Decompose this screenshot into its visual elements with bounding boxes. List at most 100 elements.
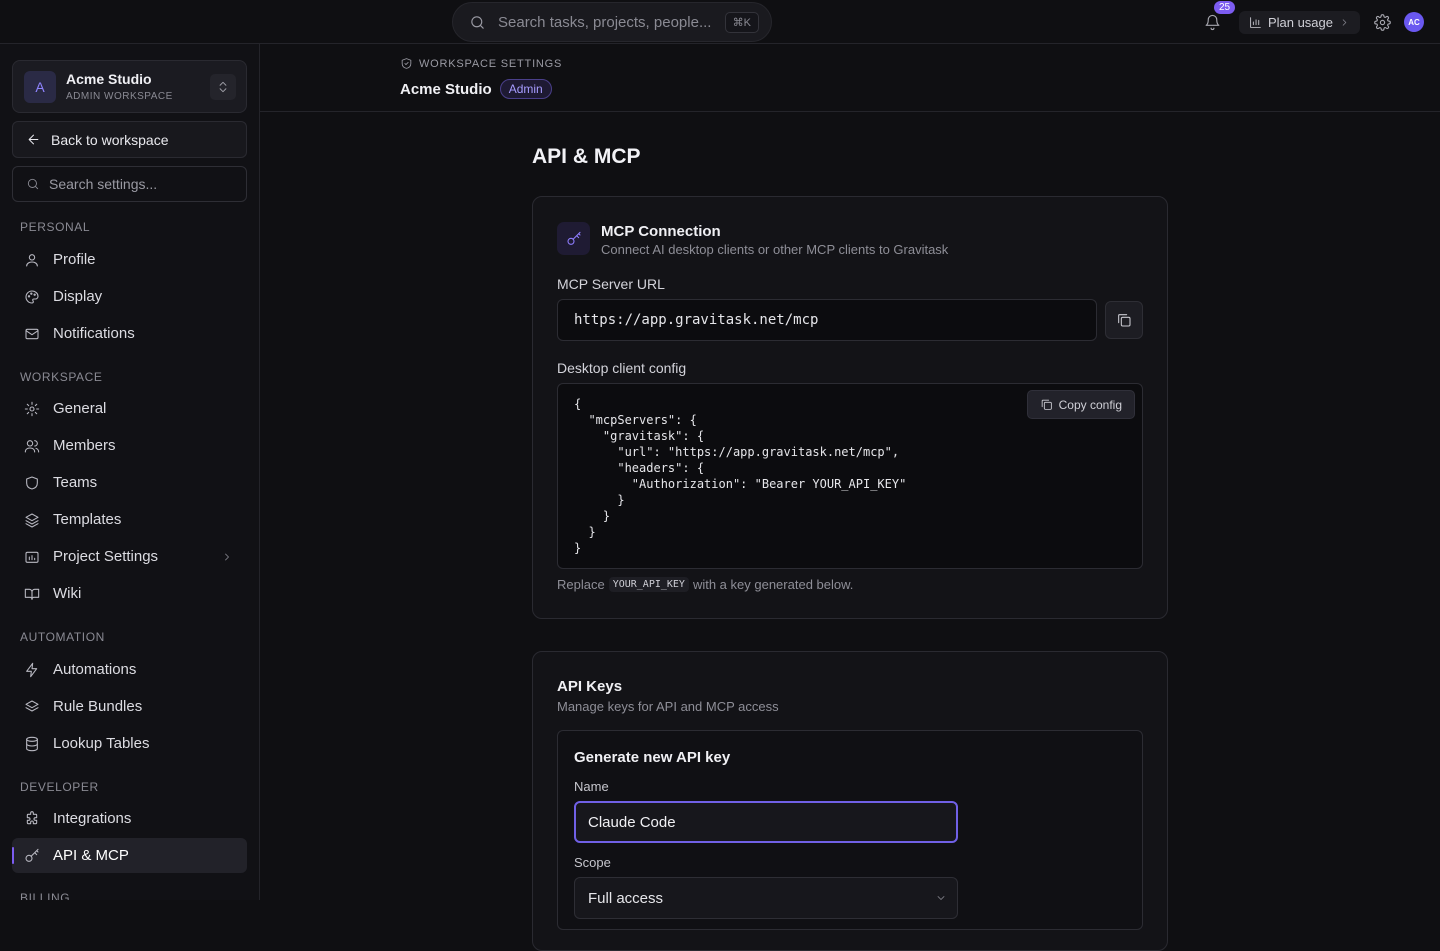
workspace-logo: A [24,71,56,103]
chevrons-up-down-icon[interactable] [210,74,236,100]
section-billing: BILLING [20,891,71,900]
puzzle-icon [24,810,40,827]
hint-code: YOUR_API_KEY [608,577,689,592]
global-search[interactable]: Search tasks, projects, people... ⌘K [452,2,772,42]
shield-icon [24,475,40,491]
settings-search-input[interactable] [49,176,229,192]
sidebar-item-label: Integrations [53,810,132,827]
workspace-switcher[interactable]: A Acme Studio ADMIN WORKSPACE [12,60,247,113]
hint-prefix: Replace [557,577,605,592]
database-icon [24,736,40,752]
key-icon [24,848,40,864]
api-keys-card: API Keys Manage keys for API and MCP acc… [532,651,1168,951]
search-shortcut-hint: ⌘K [724,11,759,33]
arrow-left-icon [26,132,41,147]
breadcrumb-label: WORKSPACE SETTINGS [419,57,563,70]
sidebar-item-label: General [53,400,107,417]
page-workspace-title: Acme Studio Admin [400,79,552,99]
workspace-name: Acme Studio [66,71,152,87]
back-to-workspace-label: Back to workspace [51,131,169,148]
layers-icon [24,699,40,715]
sidebar-item-rule-bundles[interactable]: Rule Bundles [12,689,247,724]
shield-check-icon [400,57,413,70]
mcp-server-url-field[interactable]: https://app.gravitask.net/mcp [557,299,1097,341]
copy-icon [1116,312,1132,328]
chevron-down-icon [935,892,947,904]
sidebar-item-label: Project Settings [53,548,159,565]
key-icon [557,222,590,255]
chevron-right-icon [1339,17,1350,28]
bar-chart-icon [1249,16,1262,29]
sidebar-item-label: Automations [53,661,137,678]
section-developer: DEVELOPER [20,780,99,794]
sidebar-item-api-mcp[interactable]: API & MCP [12,838,247,873]
api-keys-title: API Keys [557,678,623,695]
sidebar-item-label: Wiki [53,585,82,602]
sidebar-item-label: Templates [53,511,122,528]
sidebar-item-automations[interactable]: Automations [12,652,247,687]
workspace-subtitle: ADMIN WORKSPACE [66,91,173,102]
sidebar-item-teams[interactable]: Teams [12,465,247,500]
sidebar-item-label: Teams [53,474,98,491]
user-avatar[interactable]: AC [1404,12,1424,32]
gear-icon [24,401,40,417]
sidebar-item-label: Members [53,437,116,454]
desktop-config-label: Desktop client config [557,360,687,376]
notification-count-badge: 25 [1213,1,1236,14]
search-icon [469,14,486,31]
back-to-workspace-button[interactable]: Back to workspace [12,121,247,158]
key-name-label: Name [574,779,609,794]
folder-chart-icon [24,549,40,565]
sidebar-item-display[interactable]: Display [12,279,247,314]
role-badge: Admin [499,79,552,99]
settings-search[interactable] [12,166,247,202]
sidebar-item-notifications[interactable]: Notifications [12,316,247,351]
key-name-input[interactable] [574,801,958,843]
mail-icon [24,326,40,342]
global-search-placeholder: Search tasks, projects, people... [498,13,712,31]
header-divider [260,111,1440,112]
copy-config-label: Copy config [1058,397,1122,412]
user-icon [24,252,40,268]
search-icon [26,177,40,191]
sidebar-item-project-settings[interactable]: Project Settings [12,539,247,574]
sidebar-item-lookup-tables[interactable]: Lookup Tables [12,726,247,761]
notifications-button[interactable]: 25 [1199,1,1236,36]
workspace-name-heading: Acme Studio [400,80,492,98]
copy-config-button[interactable]: Copy config [1026,390,1135,419]
plan-usage-label: Plan usage [1267,14,1333,30]
mcp-server-url-label: MCP Server URL [557,276,665,292]
api-key-hint: Replace YOUR_API_KEY with a key generate… [557,577,853,592]
settings-button[interactable] [1368,8,1396,36]
desktop-config-code-block[interactable]: { "mcpServers": { "gravitask": { "url": … [557,383,1143,569]
generate-key-title: Generate new API key [574,749,731,766]
chevron-right-icon [221,551,233,563]
users-icon [24,438,40,454]
sidebar-item-label: Rule Bundles [53,698,143,715]
breadcrumb: WORKSPACE SETTINGS [400,57,562,70]
page-title: API & MCP [532,145,641,168]
hint-suffix: with a key generated below. [692,577,854,592]
lightning-icon [24,662,40,678]
section-automation: AUTOMATION [20,630,105,644]
copy-url-button[interactable] [1105,301,1143,339]
sidebar-item-members[interactable]: Members [12,428,247,463]
palette-icon [24,289,40,305]
sidebar-item-profile[interactable]: Profile [12,242,247,277]
sidebar-item-label: Profile [53,251,96,268]
generate-key-form: Generate new API key Name Scope Full acc… [557,730,1143,930]
sidebar-item-general[interactable]: General [12,391,247,426]
gear-icon [1373,13,1391,31]
sidebar-item-label: Notifications [53,325,135,342]
bell-icon [1204,14,1221,31]
sidebar-item-wiki[interactable]: Wiki [12,576,247,611]
sidebar-item-label: API & MCP [53,847,129,864]
section-workspace: WORKSPACE [20,370,103,384]
sidebar-item-templates[interactable]: Templates [12,502,247,537]
plan-usage-button[interactable]: Plan usage [1238,10,1360,34]
settings-sidebar: A Acme Studio ADMIN WORKSPACE Back to wo… [0,44,260,900]
key-scope-select[interactable]: Full access [574,877,958,919]
sidebar-item-integrations[interactable]: Integrations [12,801,247,836]
config-code: { "mcpServers": { "gravitask": { "url": … [574,397,907,555]
copy-icon [1040,398,1053,411]
